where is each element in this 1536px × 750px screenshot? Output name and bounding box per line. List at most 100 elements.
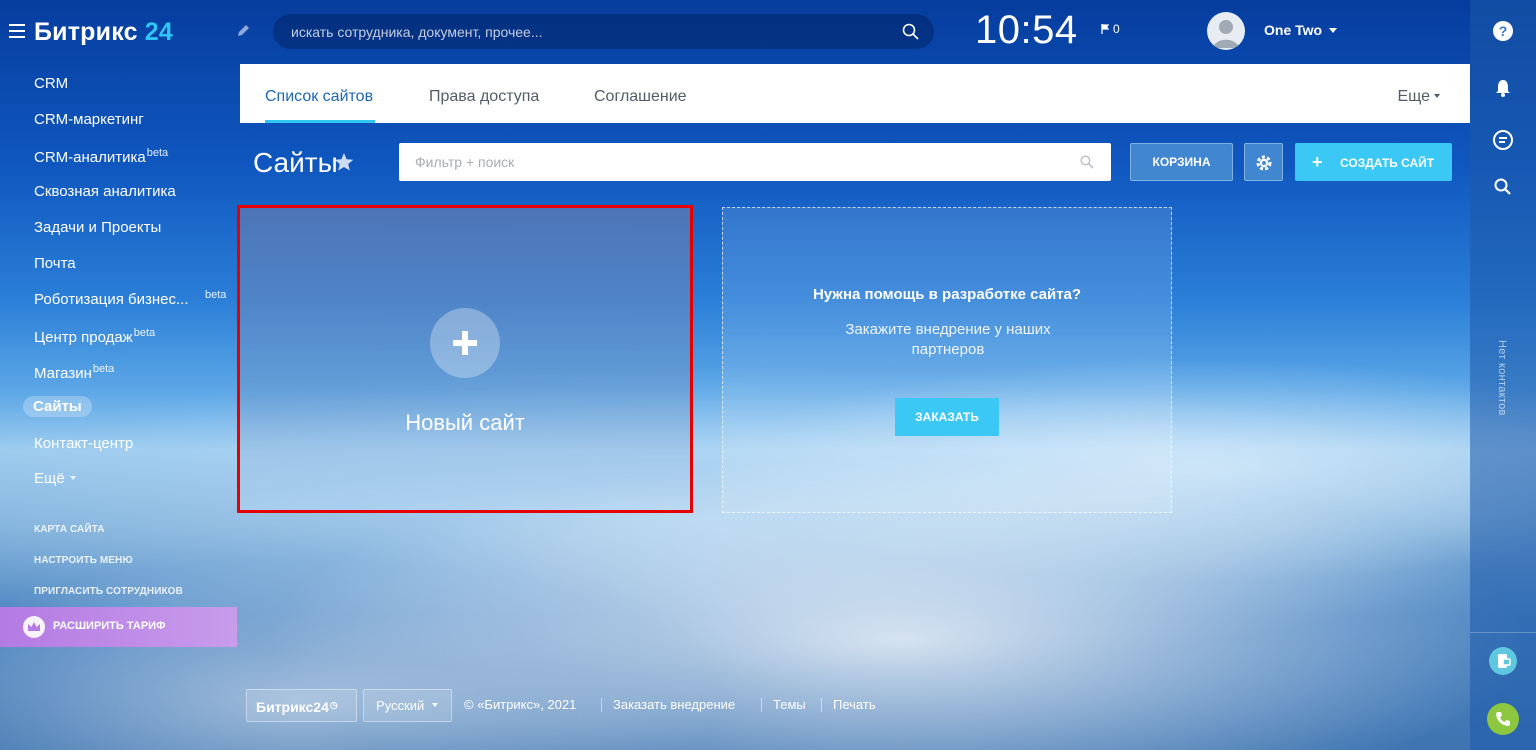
sidebar-item-store[interactable]: Магазинbeta <box>34 363 114 382</box>
sidebar-item-label: Сквозная аналитика <box>34 183 176 200</box>
print-link[interactable]: Печать <box>833 697 876 712</box>
help-title: Нужна помощь в разработке сайта? <box>812 286 1082 303</box>
user-icon <box>1213 20 1239 48</box>
beta-badge: beta <box>133 327 156 339</box>
sidebar-item-label: Магазин <box>34 365 92 382</box>
phone-device-icon <box>1489 647 1517 675</box>
sidebar-item-label: Центр продаж <box>34 329 133 346</box>
add-circle <box>430 308 500 378</box>
sidebar-item-mail[interactable]: Почта <box>34 255 76 272</box>
sidebar-item-label: Роботизация бизнес... <box>34 291 189 308</box>
search-bar[interactable] <box>273 14 934 49</box>
search-icon[interactable] <box>1080 155 1094 169</box>
search-icon <box>1494 178 1511 195</box>
language-label: Русский <box>376 698 425 713</box>
copyright: © «Битрикс», 2021 <box>464 697 577 712</box>
chat-icon <box>1493 130 1513 150</box>
tab-sites-list[interactable]: Список сайтов <box>265 88 373 106</box>
sitemap-link[interactable]: Карта сайта <box>34 524 105 535</box>
chat-button[interactable] <box>1489 126 1517 154</box>
menu-icon[interactable] <box>9 24 25 38</box>
chevron-down-icon <box>432 703 439 707</box>
sidebar-item-label: Контакт-центр <box>34 435 134 452</box>
configure-menu-link[interactable]: Настроить меню <box>34 555 133 566</box>
clock[interactable]: 10:54 <box>975 8 1078 53</box>
trash-button[interactable]: КОРЗИНА <box>1130 143 1233 181</box>
flag-counter[interactable]: 0 <box>1101 22 1120 36</box>
search-button[interactable] <box>1489 173 1517 201</box>
plus-icon: + <box>1312 152 1323 172</box>
logo[interactable]: Битрикс 24 <box>34 18 173 47</box>
gear-icon <box>1256 155 1272 171</box>
svg-text:?: ? <box>1499 23 1508 39</box>
star-icon[interactable] <box>333 151 355 173</box>
call-button[interactable] <box>1487 703 1519 735</box>
beta-badge: beta <box>146 147 169 159</box>
open-lines-button[interactable] <box>1489 647 1517 675</box>
search-icon[interactable] <box>902 23 919 40</box>
divider <box>761 698 762 712</box>
help-card: Нужна помощь в разработке сайта? Закажит… <box>722 207 1172 513</box>
bell-icon <box>1496 80 1510 97</box>
active-tab-indicator <box>265 120 375 123</box>
question-icon: ? <box>1493 21 1513 41</box>
sidebar-item-crm[interactable]: CRM <box>34 75 68 92</box>
tab-agreement[interactable]: Соглашение <box>594 88 687 106</box>
order-button[interactable]: ЗАКАЗАТЬ <box>895 398 999 436</box>
chevron-down-icon <box>69 476 76 480</box>
crown-icon <box>23 616 45 638</box>
chevron-down-icon <box>1434 94 1440 98</box>
no-contacts-label: Нет контактов <box>1496 340 1508 416</box>
tab-access-rights[interactable]: Права доступа <box>429 88 539 106</box>
sidebar-item-label: Ещё <box>34 470 65 487</box>
clock-icon: ◷ <box>329 700 338 710</box>
footer-logo-text: Битрикс24 <box>256 699 329 715</box>
avatar[interactable] <box>1207 12 1245 50</box>
upgrade-plan-label: РАСШИРИТЬ ТАРИФ <box>53 620 166 632</box>
sidebar-item-label: CRM-аналитика <box>34 149 146 166</box>
order-implementation-link[interactable]: Заказать внедрение <box>613 697 735 712</box>
themes-link[interactable]: Темы <box>773 697 806 712</box>
create-site-button[interactable]: + СОЗДАТЬ САЙТ <box>1295 143 1452 181</box>
notifications-button[interactable] <box>1489 74 1517 102</box>
sidebar-item-sales-center[interactable]: Центр продажbeta <box>34 327 155 346</box>
language-select[interactable]: Русский <box>363 689 452 722</box>
divider <box>821 698 822 712</box>
beta-badge: beta <box>205 289 227 301</box>
sidebar-item-label: Сайты <box>33 398 82 415</box>
logo-text: Битрикс <box>34 18 138 46</box>
filter-search-box[interactable] <box>399 143 1111 181</box>
sidebar-item-more[interactable]: Ещё <box>34 470 76 487</box>
settings-button[interactable] <box>1244 143 1283 181</box>
sidebar-item-automation[interactable]: Роботизация бизнес... <box>34 291 189 308</box>
footer-logo[interactable]: Битрикс24◷ <box>246 689 357 722</box>
search-input[interactable] <box>291 14 891 49</box>
sidebar-item-end-to-end-analytics[interactable]: Сквозная аналитика <box>34 183 176 200</box>
beta-badge: beta <box>92 363 115 375</box>
upgrade-plan-button[interactable]: РАСШИРИТЬ ТАРИФ <box>0 607 237 647</box>
pencil-icon[interactable] <box>236 24 250 38</box>
tab-bar: Список сайтов Права доступа Соглашение Е… <box>240 64 1470 123</box>
user-name: One Two <box>1264 22 1323 38</box>
logo-number: 24 <box>144 18 173 46</box>
user-menu[interactable]: One Two <box>1264 22 1338 38</box>
help-button[interactable]: ? <box>1489 17 1517 45</box>
phone-icon <box>1487 703 1519 735</box>
invite-employees-link[interactable]: Пригласить сотрудников <box>34 586 183 597</box>
sidebar-item-contact-center[interactable]: Контакт-центр <box>34 435 133 452</box>
top-header: Битрикс24 10:54 0 One Two <box>0 0 1470 63</box>
sidebar-item-label: CRM <box>34 75 69 92</box>
sidebar-item-sites[interactable]: Сайты <box>23 396 92 417</box>
filter-search-input[interactable] <box>415 143 1065 181</box>
tab-more[interactable]: Еще <box>1397 88 1440 106</box>
sidebar-item-crm-marketing[interactable]: CRM-маркетинг <box>34 111 144 128</box>
sidebar-item-label: Задачи и Проекты <box>34 219 162 236</box>
chevron-down-icon <box>1329 28 1338 33</box>
new-site-card[interactable]: Новый сайт <box>237 205 693 513</box>
sidebar-item-tasks[interactable]: Задачи и Проекты <box>34 219 161 236</box>
page-title: Сайты <box>253 147 338 178</box>
sidebar-item-crm-analytics[interactable]: CRM-аналитикаbeta <box>34 147 168 166</box>
sidebar-item-label: Почта <box>34 255 76 272</box>
new-site-label: Новый сайт <box>405 410 525 435</box>
divider <box>1470 632 1536 633</box>
